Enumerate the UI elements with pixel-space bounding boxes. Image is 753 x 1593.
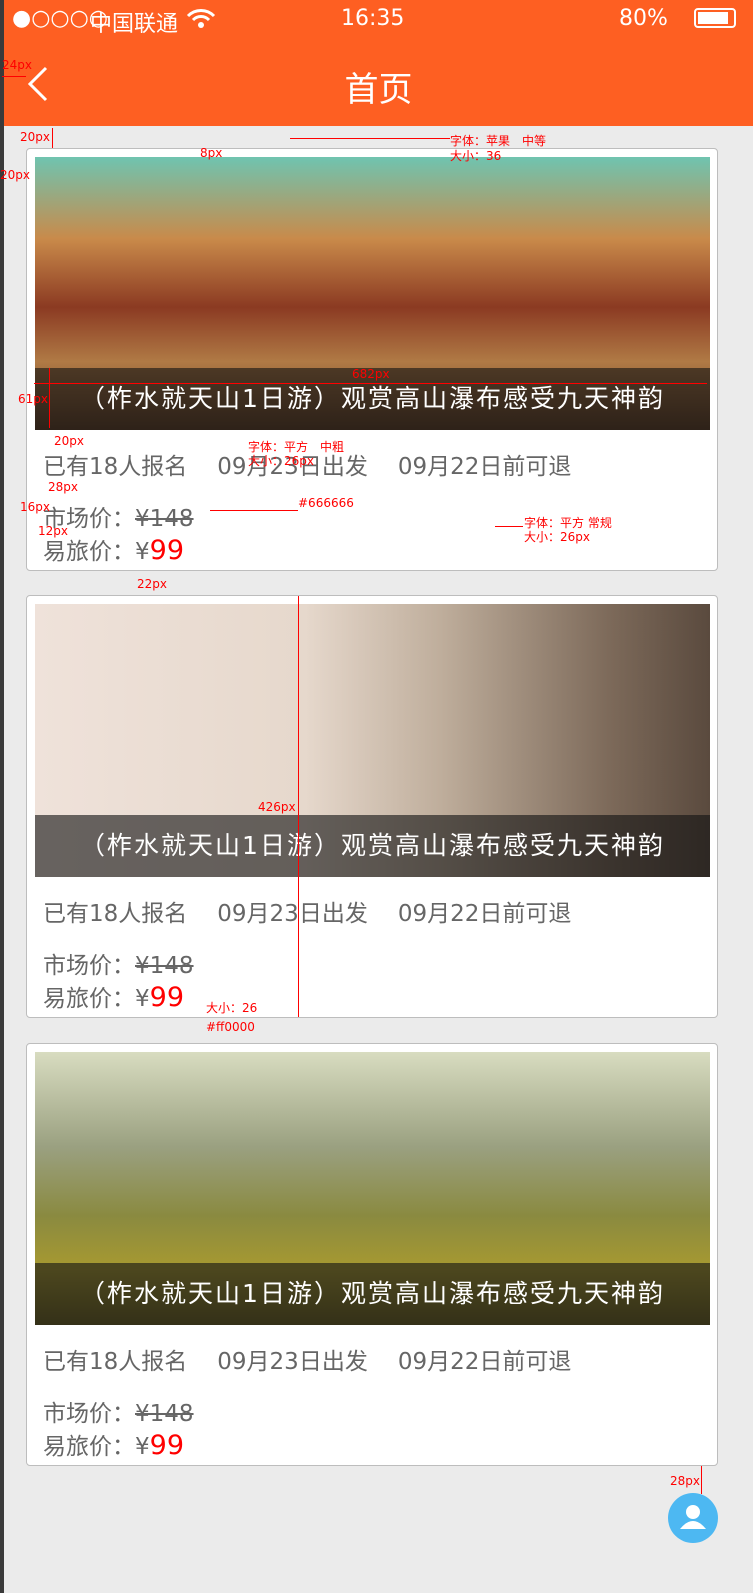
annotation: 大小：36 (450, 149, 502, 163)
signup-count: 已有18人报名 (43, 901, 188, 927)
profile-button[interactable] (668, 1493, 718, 1543)
price-label: 易旅价： (43, 539, 135, 565)
currency: ¥ (135, 539, 150, 565)
price-value: 99 (149, 982, 184, 1013)
market-price-value: ¥148 (135, 1401, 194, 1427)
market-price-label: 市场价： (43, 953, 135, 979)
market-price: 市场价：¥148 (43, 1394, 194, 1428)
tour-caption: （柞水就天山1日游）观赏高山瀑布感受九天神韵 (35, 1263, 710, 1325)
depart-date: 09月23日出发 (217, 1349, 368, 1375)
annotation-line (49, 368, 50, 428)
annotation: 28px (670, 1474, 700, 1488)
clock: 16:35 (341, 6, 405, 31)
tour-image[interactable]: （柞水就天山1日游）观赏高山瀑布感受九天神韵 (35, 157, 710, 430)
currency: ¥ (135, 986, 150, 1012)
tour-card[interactable]: （柞水就天山1日游）观赏高山瀑布感受九天神韵 已有18人报名 09月23日出发 09… (26, 1043, 718, 1466)
tour-meta: 已有18人报名 09月23日出发 09月22日前可退 (43, 1342, 601, 1376)
annotation: #666666 (298, 496, 354, 510)
annotation: 20px (54, 434, 84, 448)
battery-percent: 80% (619, 6, 668, 31)
signup-count: 已有18人报名 (43, 454, 188, 480)
price-label: 易旅价： (43, 1434, 135, 1460)
depart-date: 09月23日出发 (217, 901, 368, 927)
annotation-line (52, 128, 53, 148)
signup-count: 已有18人报名 (43, 1349, 188, 1375)
annotation-line (210, 510, 298, 511)
market-price-value: ¥148 (135, 506, 194, 532)
tour-card[interactable]: （柞水就天山1日游）观赏高山瀑布感受九天神韵 已有18人报名 09月23日出发 09… (26, 595, 718, 1018)
annotation: 12px (38, 524, 68, 538)
annotation: #ff0000 (206, 1020, 255, 1034)
market-price-label: 市场价： (43, 1401, 135, 1427)
annotation: 8px (200, 146, 223, 160)
annotation: 61px (18, 392, 48, 406)
tour-image[interactable]: （柞水就天山1日游）观赏高山瀑布感受九天神韵 (35, 604, 710, 877)
price: 易旅价：¥99 (43, 1427, 184, 1461)
battery-icon (694, 8, 736, 28)
price-label: 易旅价： (43, 986, 135, 1012)
tour-caption: （柞水就天山1日游）观赏高山瀑布感受九天神韵 (35, 815, 710, 877)
wifi-icon (186, 9, 216, 28)
annotation-line (701, 1466, 702, 1494)
currency: ¥ (135, 1434, 150, 1460)
annotation: 大小：26px (248, 454, 314, 468)
annotation: 28px (48, 480, 78, 494)
annotation-line (34, 383, 707, 384)
annotation: 大小：26 (206, 1001, 258, 1015)
refund-deadline: 09月22日前可退 (397, 901, 572, 927)
annotation-line (2, 76, 26, 77)
user-icon (680, 1505, 706, 1529)
market-price-value: ¥148 (135, 953, 194, 979)
annotation: 426px (258, 800, 296, 814)
annotation: 24px (2, 58, 32, 72)
tour-image[interactable]: （柞水就天山1日游）观赏高山瀑布感受九天神韵 (35, 1052, 710, 1325)
header: ●○○○○ 中国联通 16:35 80% 首页 (4, 0, 753, 126)
carrier: 中国联通 (90, 12, 179, 37)
annotation: 16px (20, 500, 50, 514)
annotation-line (495, 526, 523, 527)
market-price: 市场价：¥148 (43, 946, 194, 980)
refund-deadline: 09月22日前可退 (397, 1349, 572, 1375)
price-value: 99 (149, 535, 184, 566)
annotation: 20px (20, 130, 50, 144)
page-title: 首页 (344, 70, 413, 110)
left-edge (0, 0, 4, 1593)
annotation-line (298, 596, 299, 1017)
tour-card[interactable]: （柞水就天山1日游）观赏高山瀑布感受九天神韵 已有18人报名 09月23日出发 09… (26, 148, 718, 571)
tour-meta: 已有18人报名 09月23日出发 09月22日前可退 (43, 894, 601, 928)
refund-deadline: 09月22日前可退 (397, 454, 572, 480)
price-value: 99 (149, 1430, 184, 1461)
annotation: 大小：26px (524, 530, 590, 544)
annotation: 22px (137, 577, 167, 591)
annotation: 682px (352, 367, 390, 381)
annotation: 20px (0, 168, 30, 182)
annotation-line (290, 138, 450, 139)
price: 易旅价：¥99 (43, 979, 184, 1013)
